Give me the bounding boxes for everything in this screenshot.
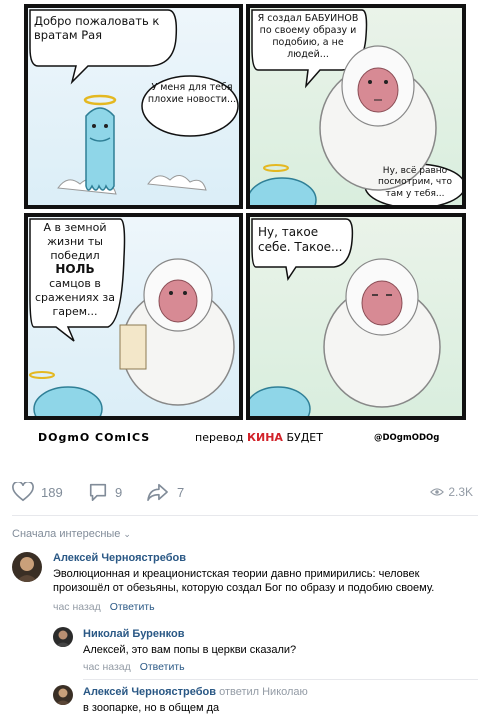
translation-suffix: БУДЕТ [286, 431, 323, 444]
comic-handle: @DOgmODOg [374, 433, 440, 443]
speech-zero-males: А в земной жизни ты победил НОЛЬ самцов … [30, 221, 120, 319]
speech-zero-line2: самцов в сражениях за гарем... [34, 277, 115, 318]
sort-label: Сначала интересные [12, 528, 121, 540]
comic-panel-3: А в земной жизни ты победил НОЛЬ самцов … [24, 213, 243, 420]
comment-count: 9 [115, 484, 123, 500]
translation-credit: перевод КИНА БУДЕТ [195, 431, 323, 447]
views-count: 2.3K [448, 485, 473, 499]
avatar[interactable] [12, 552, 42, 582]
post-actions-bar: 189 9 7 2.3K [0, 478, 491, 508]
share-count: 7 [177, 484, 185, 500]
views-counter: 2.3K [430, 478, 473, 506]
comment-meta: час назад Ответить [53, 601, 155, 613]
avatar[interactable] [53, 685, 73, 705]
comment-button[interactable]: 9 [88, 478, 122, 506]
comment-author-name[interactable]: Алексей Черноястребов [83, 686, 216, 698]
speech-zero-line1: А в земной жизни ты победил [43, 221, 107, 262]
comic-panel-4: Ну, такое себе. Такое... [246, 213, 466, 420]
speech-so-so: Ну, такое себе. Такое... [258, 225, 343, 254]
speech-baboons: Я создал БАБУИНОВ по своему образу и под… [257, 13, 359, 60]
comments-sort-dropdown[interactable]: Сначала интересные ⌄ [12, 528, 131, 540]
speech-zero-word: НОЛЬ [55, 262, 95, 277]
share-icon [147, 483, 168, 501]
comment-meta: час назад Ответить [83, 661, 185, 673]
comment-time[interactable]: час назад [83, 661, 131, 673]
avatar-image [12, 552, 42, 582]
comment-author-link[interactable]: Алексей Черноястребов ответил Николаю [83, 686, 308, 698]
like-count: 189 [41, 484, 63, 500]
comment-text: в зоопарке, но в общем да [83, 702, 220, 714]
comment-author-link[interactable]: Николай Буренков [83, 628, 185, 640]
divider [83, 679, 478, 680]
chevron-down-icon: ⌄ [123, 528, 131, 539]
reply-to-label[interactable]: ответил Николаю [219, 686, 308, 698]
comment-author-link[interactable]: Алексей Черноястребов [53, 552, 186, 564]
reply-button[interactable]: Ответить [140, 661, 185, 673]
divider [12, 515, 478, 516]
share-button[interactable]: 7 [146, 478, 184, 506]
comic-panel-2: Я создал БАБУИНОВ по своему образу и под… [246, 4, 466, 209]
translation-brand: КИНА [247, 431, 283, 444]
comment-text: Эволюционная и креационистская теории да… [53, 568, 435, 594]
comment-time[interactable]: час назад [53, 601, 101, 613]
reply-button[interactable]: Ответить [110, 601, 155, 613]
comment-icon [89, 483, 107, 501]
heart-icon [12, 482, 34, 502]
avatar-image [53, 627, 73, 647]
speech-welcome: Добро пожаловать к вратам Рая [34, 14, 160, 43]
speech-bad-news: У меня для тебя плохие новости... [147, 82, 237, 105]
translation-prefix: перевод [195, 431, 244, 444]
comic-panel-1: Добро пожаловать к вратам Рая У меня для… [24, 4, 243, 209]
speech-lets-see: Ну, всё равно посмотрим, что там у тебя.… [377, 166, 453, 199]
like-button[interactable]: 189 [12, 478, 63, 506]
avatar[interactable] [53, 627, 73, 647]
comic-author-credit: DOgmO COmICS [38, 431, 151, 444]
comic-image[interactable]: Добро пожаловать к вратам Рая У меня для… [0, 0, 491, 462]
eye-icon [430, 488, 445, 496]
avatar-image [53, 685, 73, 705]
comment-text: Алексей, это вам попы в церкви сказали? [83, 644, 297, 656]
